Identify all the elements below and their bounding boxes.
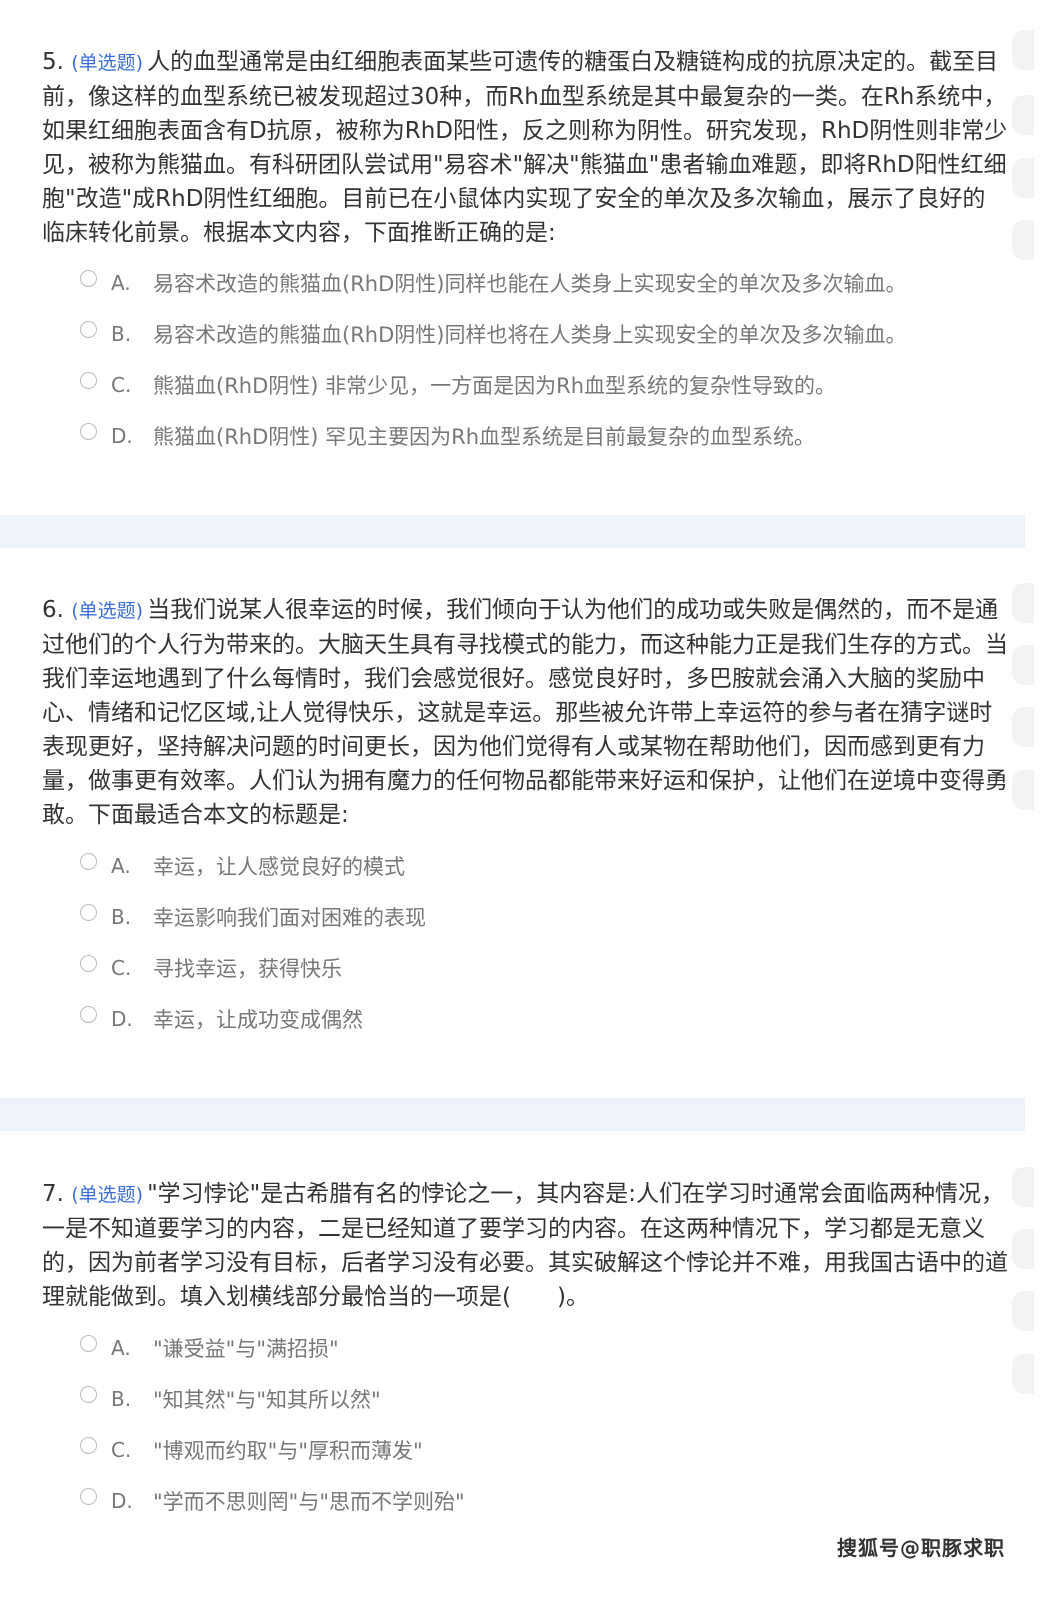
radio-icon[interactable]	[80, 371, 97, 389]
option-c[interactable]: C. "博观而约取"与"厚积而薄发"	[80, 1433, 980, 1467]
question-type-label: (单选题)	[71, 600, 144, 622]
option-a[interactable]: A. "谦受益"与"满招损"	[80, 1331, 980, 1365]
option-d[interactable]: D. 熊猫血(RhD阴性) 罕见主要因为Rh血型系统是目前最复杂的血型系统。	[80, 419, 980, 453]
question-stem: 5. (单选题) 人的血型通常是由红细胞表面某些可遗传的糖蛋白及糖链构成的抗原决定…	[42, 45, 1008, 250]
section-divider	[0, 515, 1025, 548]
question-text: 当我们说某人很幸运的时候，我们倾向于认为他们的成功或失败是偶然的，而不是通过他们…	[42, 597, 1008, 828]
option-letter: A.	[111, 271, 131, 295]
side-tab[interactable]	[1012, 158, 1034, 198]
radio-icon[interactable]	[80, 852, 97, 870]
option-text: 易容术改造的熊猫血(RhD阴性)同样也将在人类身上实现安全的单次及多次输血。	[153, 323, 907, 347]
radio-icon[interactable]	[80, 320, 97, 338]
option-letter: B.	[111, 1387, 132, 1411]
option-letter: A.	[111, 1336, 131, 1360]
side-tab[interactable]	[1012, 1354, 1034, 1394]
option-text: "谦受益"与"满招损"	[153, 1337, 339, 1361]
radio-icon[interactable]	[80, 1487, 97, 1505]
option-letter: B.	[111, 322, 132, 346]
option-letter: A.	[111, 854, 131, 878]
option-text: 易容术改造的熊猫血(RhD阴性)同样也能在人类身上实现安全的单次及多次输血。	[153, 272, 907, 296]
side-tab[interactable]	[1012, 1229, 1034, 1269]
radio-icon[interactable]	[80, 954, 97, 972]
radio-icon[interactable]	[80, 1385, 97, 1403]
option-text: 幸运，让成功变成偶然	[153, 1008, 363, 1032]
option-a[interactable]: A. 易容术改造的熊猫血(RhD阴性)同样也能在人类身上实现安全的单次及多次输血…	[80, 266, 980, 300]
option-letter: B.	[111, 905, 132, 929]
option-letter: D.	[111, 1007, 133, 1031]
question-text: "学习悖论"是古希腊有名的悖论之一，其内容是:人们在学习时通常会面临两种情况，一…	[42, 1181, 1008, 1310]
question-stem: 6. (单选题) 当我们说某人很幸运的时候，我们倾向于认为他们的成功或失败是偶然的…	[42, 593, 1008, 832]
option-d[interactable]: D. 幸运，让成功变成偶然	[80, 1002, 980, 1036]
option-a[interactable]: A. 幸运，让人感觉良好的模式	[80, 849, 980, 883]
side-tab[interactable]	[1012, 583, 1034, 623]
option-b[interactable]: B. 易容术改造的熊猫血(RhD阴性)同样也将在人类身上实现安全的单次及多次输血…	[80, 317, 980, 351]
option-text: "知其然"与"知其所以然"	[153, 1388, 381, 1412]
option-b[interactable]: B. 幸运影响我们面对困难的表现	[80, 900, 980, 934]
radio-icon[interactable]	[80, 903, 97, 921]
watermark-text: 搜狐号@职豚求职	[837, 1536, 1005, 1560]
question-number: 7.	[42, 1181, 64, 1207]
option-text: "学而不思则罔"与"思而不学则殆"	[153, 1490, 465, 1514]
question-5: 5. (单选题) 人的血型通常是由红细胞表面某些可遗传的糖蛋白及糖链构成的抗原决定…	[0, 0, 1025, 515]
option-text: 寻找幸运，获得快乐	[153, 957, 342, 981]
question-type-label: (单选题)	[71, 1184, 144, 1206]
question-6: 6. (单选题) 当我们说某人很幸运的时候，我们倾向于认为他们的成功或失败是偶然的…	[0, 548, 1025, 1098]
question-stem: 7. (单选题) "学习悖论"是古希腊有名的悖论之一，其内容是:人们在学习时通常会…	[42, 1177, 1008, 1314]
radio-icon[interactable]	[80, 1334, 97, 1352]
question-type-label: (单选题)	[71, 52, 144, 74]
option-letter: C.	[111, 373, 132, 397]
option-c[interactable]: C. 熊猫血(RhD阴性) 非常少见，一方面是因为Rh血型系统的复杂性导致的。	[80, 368, 980, 402]
option-text: 幸运，让人感觉良好的模式	[153, 855, 405, 879]
side-tab[interactable]	[1012, 220, 1034, 260]
option-text: 幸运影响我们面对困难的表现	[153, 906, 426, 930]
option-letter: D.	[111, 424, 133, 448]
option-text: "博观而约取"与"厚积而薄发"	[153, 1439, 423, 1463]
section-divider	[0, 1098, 1025, 1131]
option-b[interactable]: B. "知其然"与"知其所以然"	[80, 1382, 980, 1416]
radio-icon[interactable]	[80, 1436, 97, 1454]
option-letter: C.	[111, 956, 132, 980]
radio-icon[interactable]	[80, 269, 97, 287]
option-letter: C.	[111, 1438, 132, 1462]
question-number: 6.	[42, 597, 64, 623]
option-d[interactable]: D. "学而不思则罔"与"思而不学则殆"	[80, 1484, 980, 1518]
radio-icon[interactable]	[80, 422, 97, 440]
side-tab[interactable]	[1012, 1167, 1034, 1207]
side-tab[interactable]	[1012, 645, 1034, 685]
side-tab[interactable]	[1012, 95, 1034, 135]
side-tab[interactable]	[1012, 1291, 1034, 1331]
side-tab[interactable]	[1012, 770, 1034, 810]
option-text: 熊猫血(RhD阴性) 非常少见，一方面是因为Rh血型系统的复杂性导致的。	[153, 374, 837, 398]
question-number: 5.	[42, 49, 64, 75]
option-c[interactable]: C. 寻找幸运，获得快乐	[80, 951, 980, 985]
radio-icon[interactable]	[80, 1005, 97, 1023]
option-letter: D.	[111, 1489, 133, 1513]
question-text: 人的血型通常是由红细胞表面某些可遗传的糖蛋白及糖链构成的抗原决定的。截至目前，像…	[42, 49, 1008, 246]
side-tab[interactable]	[1012, 30, 1034, 70]
option-text: 熊猫血(RhD阴性) 罕见主要因为Rh血型系统是目前最复杂的血型系统。	[153, 425, 816, 449]
side-tab[interactable]	[1012, 707, 1034, 747]
